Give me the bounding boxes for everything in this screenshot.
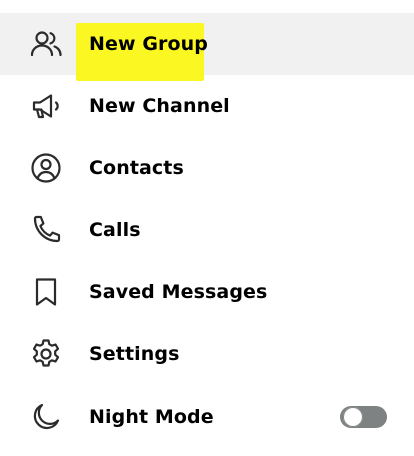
menu-item-label: New Group bbox=[89, 33, 209, 55]
menu-item-new-channel[interactable]: New Channel bbox=[0, 75, 414, 137]
gear-icon bbox=[29, 337, 63, 371]
phone-icon bbox=[29, 213, 63, 247]
menu-item-label: New Channel bbox=[89, 95, 230, 117]
menu-item-new-group[interactable]: New Group bbox=[0, 13, 414, 81]
menu-item-label: Saved Messages bbox=[89, 281, 268, 303]
side-menu: New Group New Channel Contacts Calls Sav… bbox=[0, 0, 414, 456]
night-mode-toggle[interactable] bbox=[340, 406, 387, 428]
moon-icon bbox=[29, 400, 63, 434]
menu-item-saved-messages[interactable]: Saved Messages bbox=[0, 261, 414, 323]
toggle-knob bbox=[343, 407, 363, 427]
user-circle-icon bbox=[29, 151, 63, 185]
menu-item-contacts[interactable]: Contacts bbox=[0, 137, 414, 199]
menu-item-night-mode[interactable]: Night Mode bbox=[0, 386, 414, 448]
group-icon bbox=[29, 27, 63, 61]
menu-item-label: Settings bbox=[89, 343, 180, 365]
menu-item-label: Calls bbox=[89, 219, 141, 241]
menu-item-label: Night Mode bbox=[89, 406, 214, 428]
megaphone-icon bbox=[29, 89, 63, 123]
menu-item-label: Contacts bbox=[89, 157, 184, 179]
menu-item-calls[interactable]: Calls bbox=[0, 199, 414, 261]
bookmark-icon bbox=[29, 275, 63, 309]
menu-item-settings[interactable]: Settings bbox=[0, 323, 414, 385]
